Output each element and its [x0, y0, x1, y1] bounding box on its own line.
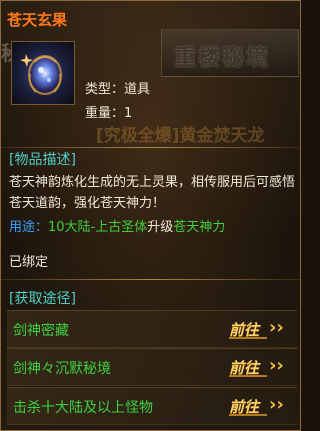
banner-right-text: 重楼秘境: [174, 45, 271, 71]
go-underline: [229, 414, 267, 416]
background-banner-right: 重楼秘境: [161, 29, 299, 77]
bound-status: 已绑定: [9, 255, 49, 270]
go-underline: [229, 337, 267, 339]
background-watermark: [究极全爆]黄金焚天龙: [96, 126, 265, 146]
item-type: 类型：道具: [85, 82, 151, 97]
item-name: 苍天玄果: [7, 11, 68, 29]
use-label: 用途：: [9, 220, 49, 235]
double-chevron-right-icon: ››: [269, 394, 284, 415]
item-description: 苍天神韵炼化生成的无上灵果，相传服用后可感悟苍天道韵，强化苍天神力！: [9, 175, 296, 211]
item-icon-frame: [11, 41, 75, 105]
use-result: 苍天神力: [173, 220, 226, 235]
obtain-route-row: 剑神々沉默秘境 前往 ››: [7, 348, 297, 386]
use-target: 10大陆-上古圣体: [48, 220, 148, 235]
go-button[interactable]: 前往 ››: [229, 317, 289, 341]
obtain-header: [获取途径]: [9, 291, 76, 307]
go-underline: [229, 375, 267, 377]
mystic-fruit-icon: [20, 54, 62, 95]
go-button[interactable]: 前往 ››: [229, 355, 289, 379]
divider: [1, 147, 300, 148]
item-use-line: 用途：10大陆-上古圣体升级苍天神力: [9, 216, 225, 235]
double-chevron-right-icon: ››: [269, 317, 284, 338]
divider: [1, 279, 300, 280]
double-chevron-right-icon: ››: [269, 355, 284, 376]
go-button[interactable]: 前往 ››: [229, 394, 289, 418]
route-label: 剑神々沉默秘境: [13, 361, 111, 377]
description-header: [物品描述]: [9, 152, 76, 168]
use-mid: 升级: [147, 220, 174, 235]
obtain-route-row: 击杀十大陆及以上怪物 前往 ››: [7, 387, 297, 425]
obtain-route-row: 剑神密藏 前往 ››: [7, 310, 297, 348]
item-weight: 重量：1: [85, 106, 133, 121]
route-label: 击杀十大陆及以上怪物: [13, 400, 153, 416]
route-label: 剑神密藏: [13, 323, 69, 339]
item-tooltip-panel: 秘境 重楼秘境 苍天玄果 类型：道具 重量：1 [究极全爆]黄金焚天: [0, 0, 301, 431]
